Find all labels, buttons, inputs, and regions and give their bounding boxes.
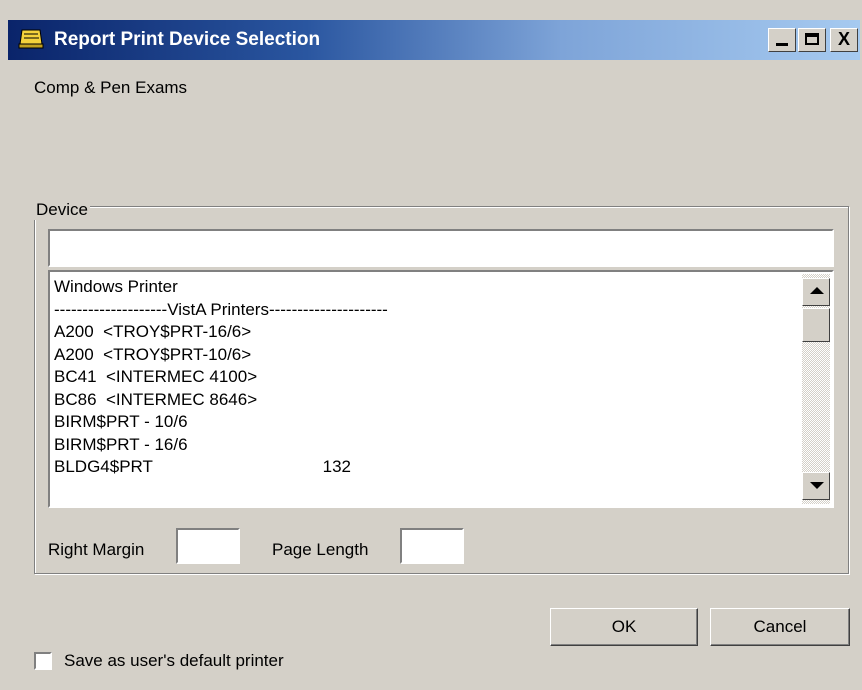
save-default-checkbox[interactable] bbox=[34, 652, 52, 670]
device-list-item[interactable]: Windows Printer bbox=[54, 276, 802, 299]
report-name: Comp & Pen Exams bbox=[34, 78, 188, 97]
minimize-icon bbox=[776, 43, 788, 46]
page-length-label: Page Length bbox=[272, 540, 369, 559]
device-list-item[interactable]: BC86 <INTERMEC 8646> bbox=[54, 389, 802, 412]
device-list-item[interactable]: BIRM$PRT - 16/6 bbox=[54, 434, 802, 457]
device-listbox[interactable]: Windows Printer --------------------VistA… bbox=[48, 270, 834, 508]
right-margin-label: Right Margin bbox=[48, 540, 145, 559]
device-list-item[interactable]: A200 <TROY$PRT-16/6> bbox=[54, 321, 802, 344]
title-bar[interactable]: Report Print Device Selection X bbox=[8, 20, 860, 60]
maximize-button[interactable] bbox=[798, 28, 826, 52]
ok-button[interactable]: OK bbox=[550, 608, 698, 646]
scroll-down-button[interactable] bbox=[802, 472, 830, 500]
cancel-button[interactable]: Cancel bbox=[710, 608, 850, 646]
close-button[interactable]: X bbox=[830, 28, 858, 52]
minimize-button[interactable] bbox=[768, 28, 796, 52]
save-default-label[interactable]: Save as user's default printer bbox=[64, 651, 284, 671]
page-length-input[interactable] bbox=[400, 528, 464, 564]
device-list-item[interactable]: BIRM$PRT - 10/6 bbox=[54, 411, 802, 434]
scroll-thumb[interactable] bbox=[802, 308, 830, 342]
device-search-input[interactable] bbox=[48, 229, 834, 267]
device-list-item[interactable]: BLDG4$PRT 132 bbox=[54, 456, 802, 479]
window-title: Report Print Device Selection bbox=[54, 29, 321, 50]
printer-icon bbox=[18, 29, 44, 49]
device-list-items: Windows Printer --------------------VistA… bbox=[54, 276, 802, 479]
print-device-dialog: Report Print Device Selection X Comp & P… bbox=[0, 0, 862, 690]
device-list-item[interactable]: --------------------VistA Printers------… bbox=[54, 299, 802, 322]
device-list-item[interactable]: A200 <TROY$PRT-10/6> bbox=[54, 344, 802, 367]
device-list-item[interactable]: BC41 <INTERMEC 4100> bbox=[54, 366, 802, 389]
arrow-up-icon bbox=[810, 287, 824, 294]
close-icon: X bbox=[837, 29, 850, 49]
maximize-icon bbox=[805, 33, 819, 45]
device-list-scrollbar[interactable] bbox=[802, 274, 830, 504]
right-margin-input[interactable] bbox=[176, 528, 240, 564]
scroll-up-button[interactable] bbox=[802, 278, 830, 306]
arrow-down-icon bbox=[810, 482, 824, 489]
device-group-label: Device bbox=[34, 200, 90, 220]
